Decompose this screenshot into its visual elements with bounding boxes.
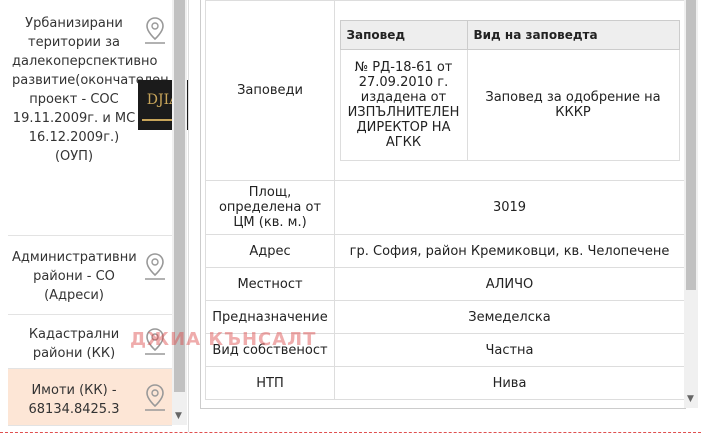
attr-key: Местност	[205, 267, 335, 301]
column-header: Вид на заповедта	[466, 20, 680, 50]
attr-value: гр. София, район Кремиковци, кв. Челопеч…	[334, 234, 685, 268]
layer-item-admin-districts[interactable]: Административни райони - СО (Адреси)	[8, 236, 172, 315]
table-row: Площ, определена от ЦМ (кв. м.) 3019	[205, 180, 685, 235]
scrollbar-thumb[interactable]	[686, 0, 696, 290]
map-pin-icon[interactable]	[142, 252, 168, 282]
order-type: Заповед за одобрение на КККР	[466, 49, 680, 161]
attr-key: Адрес	[205, 234, 335, 268]
layers-sidebar: Урбанизирани територии за далекоперспект…	[0, 0, 189, 432]
panel-scrollbar[interactable]: ▼	[684, 0, 698, 408]
attr-value: 3019	[334, 180, 685, 235]
orders-table: Заповед Вид на заповедта № РД-18-61 от 2…	[339, 20, 680, 161]
sidebar-scrollbar[interactable]: ▼	[172, 0, 187, 425]
attr-value: Нива	[334, 366, 685, 400]
attr-key: НТП	[205, 366, 335, 400]
layer-label: Административни райони - СО (Адреси)	[12, 250, 137, 303]
orders-cell: Заповед Вид на заповедта № РД-18-61 от 2…	[334, 0, 685, 181]
map-pin-icon[interactable]	[142, 16, 168, 46]
watermark: ДЖИА КЪНСАЛТ	[130, 329, 317, 350]
table-row: Адрес гр. София, район Кремиковци, кв. Ч…	[205, 234, 685, 268]
attr-key: Заповеди	[205, 0, 335, 181]
map-pin-icon[interactable]	[142, 383, 168, 413]
column-header: Заповед	[339, 20, 468, 50]
layer-item-properties[interactable]: Имоти (КК) - 68134.8425.3	[8, 369, 172, 426]
table-row: № РД-18-61 от 27.09.2010 г. издадена от …	[339, 49, 680, 161]
scroll-down-arrow-icon[interactable]: ▼	[687, 394, 694, 404]
layer-label: Имоти (КК) - 68134.8425.3	[28, 383, 120, 417]
table-row: НТП Нива	[205, 366, 685, 400]
order-number: № РД-18-61 от 27.09.2010 г. издадена от …	[339, 49, 468, 161]
layer-label: Кадастрални райони (КК)	[28, 327, 120, 361]
scroll-down-arrow-icon[interactable]: ▼	[175, 411, 182, 421]
attr-value: Земеделска	[334, 300, 685, 334]
layer-label: Урбанизирани територии за далекоперспект…	[12, 16, 169, 164]
attr-key: Площ, определена от ЦМ (кв. м.)	[205, 180, 335, 235]
attr-value: АЛИЧО	[334, 267, 685, 301]
table-row: Местност АЛИЧО	[205, 267, 685, 301]
divider	[0, 432, 701, 433]
table-row: Заповеди Заповед Вид на заповедта № РД-1…	[205, 0, 685, 181]
attr-value: Частна	[334, 333, 685, 367]
